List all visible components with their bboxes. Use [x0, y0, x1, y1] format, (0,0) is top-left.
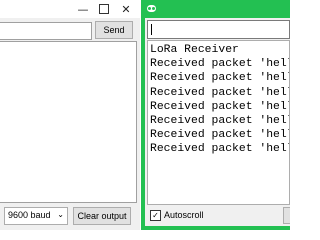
right-title-bar[interactable] [141, 0, 290, 18]
arduino-icon [147, 5, 156, 12]
left-output-area[interactable] [0, 41, 137, 203]
autoscroll-checkbox[interactable]: ✓ [150, 209, 161, 221]
serial-output-line: Received packet 'hello [150, 72, 290, 85]
right-window-client: LoRa Receiver Received packet 'hello Recei… [145, 18, 290, 226]
baud-rate-value: 9600 baud [8, 210, 51, 220]
left-send-input[interactable] [0, 22, 92, 40]
send-button[interactable]: Send [95, 21, 133, 39]
chevron-down-icon: ⌄ [57, 210, 64, 219]
right-serial-monitor-window: LoRa Receiver Received packet 'hello Recei… [141, 0, 290, 230]
maximize-button[interactable] [99, 4, 109, 14]
text-caret [151, 24, 152, 35]
serial-output-lines: LoRa Receiver Received packet 'hello Recei… [150, 43, 290, 157]
serial-output-line: LoRa Receiver [150, 44, 239, 56]
left-serial-monitor-window: — ✕ Send 9600 baud ⌄ Clear output [0, 0, 140, 230]
serial-output-line: Received packet 'hello [150, 86, 290, 99]
serial-input-field[interactable] [147, 20, 290, 39]
baud-rate-select[interactable]: 9600 baud ⌄ [4, 207, 68, 225]
minimize-button[interactable]: — [72, 0, 94, 18]
clear-output-button[interactable]: Clear output [73, 207, 131, 225]
line-ending-select[interactable] [283, 207, 290, 224]
close-button[interactable]: ✕ [115, 0, 137, 18]
serial-output-line: Received packet 'hello [150, 100, 290, 113]
serial-output-line: Received packet 'hello [150, 58, 290, 71]
autoscroll-label: Autoscroll [164, 210, 204, 220]
serial-output-area[interactable]: LoRa Receiver Received packet 'hello Recei… [147, 40, 290, 205]
serial-output-line: Received packet 'hello [150, 143, 290, 156]
autoscroll-toggle[interactable]: ✓ Autoscroll [150, 209, 204, 221]
serial-output-line: Received packet 'hello [150, 129, 290, 142]
serial-output-line: Received packet 'hello [150, 115, 290, 128]
left-title-bar[interactable]: — ✕ [0, 0, 140, 18]
